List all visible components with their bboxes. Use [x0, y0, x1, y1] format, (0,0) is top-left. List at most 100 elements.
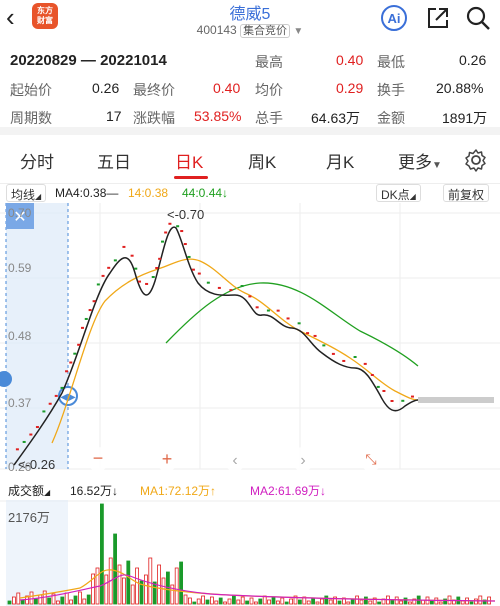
- low-value: 0.26: [459, 52, 487, 68]
- candlestick-chart[interactable]: ✕ ◀▶ 0.70 0.59 0.48 0.37 0.26 <-0.70 <-0…: [0, 203, 500, 473]
- candle: [240, 285, 244, 288]
- tab-more[interactable]: 更多▼: [398, 148, 442, 173]
- volume-bar: [130, 584, 135, 605]
- volume-bar: [284, 601, 289, 605]
- volume-bar: [29, 591, 34, 605]
- volume-bar: [473, 598, 478, 605]
- dropdown-icon[interactable]: ▼: [293, 26, 303, 37]
- svg-text:Ai: Ai: [388, 11, 401, 26]
- volume-bar: [478, 595, 483, 605]
- volume-bar: [143, 574, 148, 605]
- candle: [107, 266, 111, 269]
- candle: [248, 295, 252, 298]
- indicator-label: 均线: [11, 188, 36, 202]
- tab-five-day[interactable]: 五日: [97, 148, 131, 173]
- top-bar: ‹ 东方 财富 德威5 400143 集合竞价 ▼ Ai: [0, 0, 500, 42]
- volume-bar: [104, 574, 109, 605]
- amount-value: 1891万: [442, 110, 488, 126]
- volume-bar: [20, 599, 25, 605]
- tab-daily-k[interactable]: 日K: [175, 148, 203, 173]
- moving-average-bar: 均线◢ MA4:0.38— 14:0.38 44:0.44↓ DK点◢ 前复权: [0, 184, 500, 204]
- volume-bar: [368, 600, 373, 605]
- share-icon[interactable]: [424, 4, 452, 32]
- volume-bar: [113, 533, 117, 605]
- change-label: 涨跌幅: [133, 110, 175, 126]
- start-label: 起始价: [10, 82, 52, 98]
- indicator-selector[interactable]: 均线◢: [6, 184, 47, 202]
- max-annotation: <-0.70: [167, 207, 204, 222]
- volume-bar: [438, 601, 443, 605]
- volume-bar: [82, 598, 87, 605]
- dk-point-selector[interactable]: DK点◢: [376, 184, 421, 202]
- candle: [134, 267, 138, 270]
- volume-chart[interactable]: 2176万: [0, 500, 500, 606]
- candle: [382, 389, 386, 392]
- minus-icon: −: [93, 448, 104, 468]
- volume-bar: [16, 592, 21, 605]
- volume-bar: [161, 577, 166, 605]
- chevron-left-icon: ‹: [232, 452, 237, 469]
- volume-bar: [196, 598, 201, 605]
- candle: [138, 280, 142, 283]
- tab-monthly-k[interactable]: 月K: [326, 148, 354, 173]
- candle: [353, 356, 357, 359]
- candle: [145, 282, 149, 285]
- candle: [122, 245, 126, 248]
- candle: [183, 243, 187, 246]
- ma4-line: [13, 226, 419, 466]
- plus-icon: +: [162, 449, 173, 469]
- candle: [187, 255, 191, 258]
- candle: [69, 361, 73, 364]
- avg-label: 均价: [255, 82, 283, 98]
- candle: [48, 402, 52, 405]
- turnover-label: 换手: [377, 82, 405, 98]
- candle: [158, 257, 162, 260]
- turnover-value: 20.88%: [436, 80, 484, 96]
- corner-arrow-icon: ◢: [44, 488, 51, 497]
- volume-bar: [100, 503, 104, 605]
- candle: [313, 334, 317, 337]
- volume-bars: [7, 503, 492, 605]
- candle: [155, 266, 159, 269]
- volume-bar: [117, 564, 122, 605]
- volume-ma1: MA1:72.12万↑: [140, 484, 217, 498]
- volume-bar: [359, 599, 364, 605]
- candle: [370, 373, 374, 376]
- volume-bar: [179, 561, 184, 605]
- volume-bar: [469, 601, 474, 605]
- volume-value: 64.63万: [311, 110, 361, 126]
- candle: [176, 225, 180, 228]
- expand-icon: ⤡: [365, 451, 376, 467]
- volume-bar: [174, 567, 179, 605]
- volume-bar: [73, 595, 78, 605]
- adjust-selector[interactable]: 前复权: [443, 184, 490, 202]
- low-label: 最低: [377, 54, 405, 70]
- volume-value: 16.52万↓: [70, 484, 119, 498]
- candle: [206, 281, 210, 284]
- volume-bar: [201, 595, 206, 605]
- avg-value: 0.29: [336, 80, 364, 96]
- volume-bar: [231, 595, 236, 605]
- candle: [164, 231, 168, 234]
- tab-weekly-k[interactable]: 周K: [248, 148, 276, 173]
- volume-bar: [122, 577, 126, 605]
- settings-gear-icon[interactable]: [464, 148, 488, 172]
- volume-bar: [363, 596, 368, 605]
- volume-bar: [403, 597, 408, 605]
- candle: [130, 254, 134, 257]
- candle: [410, 395, 414, 398]
- search-icon[interactable]: [464, 4, 492, 32]
- tab-more-label: 更多: [398, 153, 432, 172]
- volume-selector[interactable]: 成交额◢: [8, 482, 50, 499]
- volume-bar: [11, 596, 16, 605]
- volume-bar: [306, 600, 311, 605]
- high-label: 最高: [255, 54, 283, 70]
- ma14-line: [51, 258, 419, 444]
- volume-bar: [47, 597, 51, 605]
- volume-bar: [152, 581, 157, 605]
- tab-intraday[interactable]: 分时: [20, 148, 54, 173]
- candle: [22, 440, 26, 443]
- ai-assistant-icon[interactable]: Ai: [380, 4, 408, 32]
- candle: [342, 359, 346, 362]
- volume-bar: [148, 557, 153, 605]
